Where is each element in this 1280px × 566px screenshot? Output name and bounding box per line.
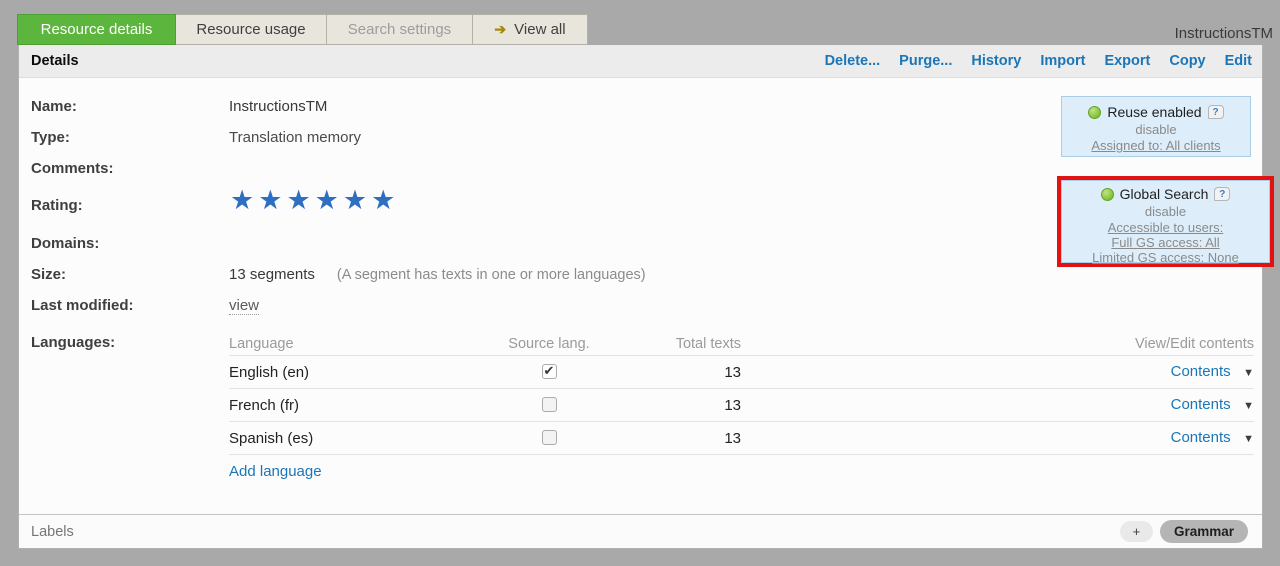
arrow-right-icon: ➔ (494, 21, 506, 38)
last-modified-value: view (229, 297, 259, 314)
size-note: (A segment has texts in one or more lang… (337, 267, 646, 283)
add-label-button[interactable]: + (1120, 521, 1153, 542)
languages-table: Language Source lang. Total texts View/E… (229, 332, 1254, 455)
details-header-bar: Details Delete... Purge... History Impor… (19, 45, 1262, 78)
tab-search-settings[interactable]: Search settings (326, 14, 473, 45)
tab-resource-details-label: Resource details (41, 21, 153, 38)
assigned-to-link[interactable]: Assigned to: All clients (1062, 138, 1250, 153)
size-value: 13 segments (A segment has texts in one o… (229, 266, 646, 283)
total-texts-value: 13 (629, 430, 741, 447)
source-lang-checkbox[interactable] (542, 397, 557, 412)
languages-table-header: Language Source lang. Total texts View/E… (229, 332, 1254, 356)
add-language-link[interactable]: Add language (229, 463, 322, 480)
global-search-box: Global Search ? disable Accessible to us… (1061, 180, 1270, 263)
chevron-down-icon[interactable]: ▼ (1243, 400, 1254, 412)
source-lang-checkbox[interactable] (542, 430, 557, 445)
source-lang-checkbox[interactable] (542, 364, 557, 379)
star-icon: ★ (371, 185, 399, 215)
domains-label: Domains: (31, 235, 99, 252)
table-row-english: English (en) 13 Contents ▼ (229, 356, 1254, 389)
reuse-disable-link[interactable]: disable (1062, 121, 1250, 138)
copy-link[interactable]: Copy (1169, 53, 1205, 69)
help-icon[interactable]: ? (1214, 187, 1230, 201)
tab-resource-usage[interactable]: Resource usage (175, 14, 327, 45)
table-row-french: French (fr) 13 Contents ▼ (229, 389, 1254, 422)
name-label: Name: (31, 98, 77, 115)
star-icon: ★ (315, 185, 343, 215)
languages-label: Languages: (31, 334, 115, 351)
red-highlight-annotation: Global Search ? disable Accessible to us… (1057, 176, 1274, 267)
reuse-box-title: Reuse enabled (1107, 104, 1201, 120)
status-green-icon (1101, 188, 1114, 201)
total-texts-value: 13 (629, 364, 741, 381)
details-title: Details (31, 53, 79, 69)
last-modified-label: Last modified: (31, 297, 134, 314)
view-edit-contents-column-header: View/Edit contents (1135, 336, 1254, 352)
limited-gs-access-link[interactable]: Limited GS access: None (1062, 250, 1269, 265)
status-green-icon (1088, 106, 1101, 119)
rating-label: Rating: (31, 197, 83, 214)
grammar-label-button[interactable]: Grammar (1160, 520, 1248, 543)
comments-label: Comments: (31, 160, 114, 177)
tab-resource-usage-label: Resource usage (196, 21, 305, 38)
global-disable-link[interactable]: disable (1062, 203, 1269, 220)
language-name: French (fr) (229, 397, 469, 414)
type-label: Type: (31, 129, 70, 146)
import-link[interactable]: Import (1040, 53, 1085, 69)
rating-stars[interactable]: ★★★★★★ (230, 187, 399, 214)
tab-resource-details[interactable]: Resource details (17, 14, 176, 45)
history-link[interactable]: History (971, 53, 1021, 69)
edit-link[interactable]: Edit (1225, 53, 1252, 69)
tab-search-settings-label: Search settings (348, 21, 451, 38)
contents-link[interactable]: Contents (1171, 396, 1231, 413)
language-name: English (en) (229, 364, 469, 381)
labels-actions: + Grammar (1120, 520, 1248, 543)
total-texts-value: 13 (629, 397, 741, 414)
contents-link[interactable]: Contents (1171, 363, 1231, 380)
details-panel: Details Delete... Purge... History Impor… (18, 45, 1263, 549)
tab-view-all[interactable]: ➔ View all (472, 14, 588, 45)
language-name: Spanish (es) (229, 430, 469, 447)
star-icon: ★ (343, 185, 371, 215)
star-icon: ★ (258, 185, 286, 215)
star-icon: ★ (286, 185, 314, 215)
purge-link[interactable]: Purge... (899, 53, 952, 69)
tab-bar: Resource details Resource usage Search s… (18, 14, 588, 45)
type-value: Translation memory (229, 129, 361, 146)
reuse-enabled-box: Reuse enabled ? disable Assigned to: All… (1061, 96, 1251, 157)
labels-title: Labels (31, 524, 74, 540)
labels-bar: Labels + Grammar (19, 514, 1262, 548)
contents-link[interactable]: Contents (1171, 429, 1231, 446)
help-icon[interactable]: ? (1208, 105, 1224, 119)
delete-link[interactable]: Delete... (825, 53, 881, 69)
tab-view-all-label: View all (514, 21, 565, 38)
source-lang-column-header: Source lang. (469, 336, 629, 352)
chevron-down-icon[interactable]: ▼ (1243, 367, 1254, 379)
table-row-spanish: Spanish (es) 13 Contents ▼ (229, 422, 1254, 455)
resource-title: InstructionsTM (1175, 25, 1273, 42)
name-value: InstructionsTM (229, 98, 327, 115)
details-actions: Delete... Purge... History Import Export… (825, 53, 1252, 69)
chevron-down-icon[interactable]: ▼ (1243, 433, 1254, 445)
size-count: 13 segments (229, 266, 315, 283)
accessible-users-link[interactable]: Accessible to users: (1062, 220, 1269, 235)
total-texts-column-header: Total texts (629, 336, 741, 352)
language-column-header: Language (229, 336, 469, 352)
full-gs-access-link[interactable]: Full GS access: All (1062, 235, 1269, 250)
star-icon: ★ (230, 185, 258, 215)
global-box-title: Global Search (1120, 186, 1209, 202)
size-label: Size: (31, 266, 66, 283)
view-link[interactable]: view (229, 297, 259, 315)
export-link[interactable]: Export (1104, 53, 1150, 69)
